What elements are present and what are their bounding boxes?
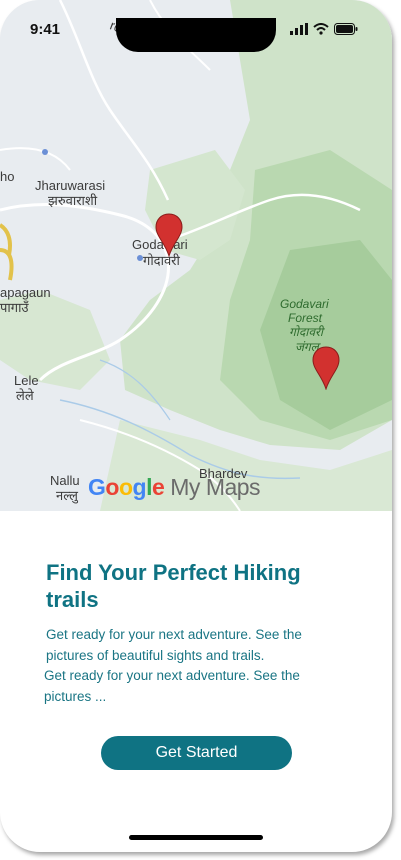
description-text: Get ready for your next adventure. See t…: [46, 627, 302, 663]
description-text: Get ready for your next adventure. See t…: [44, 668, 300, 704]
wifi-icon: [313, 23, 329, 35]
status-time: 9:41: [30, 21, 61, 38]
map-terrain: [0, 0, 392, 511]
page-title: Find Your Perfect Hiking trails: [46, 560, 301, 612]
map-label-godavari-forest-nepali: गोदावरी: [289, 325, 324, 339]
map-label-godavari-forest: Forest: [288, 311, 323, 325]
map-pin-icon[interactable]: [312, 346, 340, 390]
map-label-nallu: Nallu: [50, 473, 80, 488]
status-bar: 9:41: [0, 18, 392, 52]
camera-notch: [116, 18, 276, 52]
home-indicator[interactable]: [129, 835, 263, 840]
battery-icon: [334, 23, 358, 35]
phone-frame: ro ho Jharuwarasi झरुवाराशी Godawari गोद…: [0, 0, 392, 852]
map-label-godavari-forest: Godavari: [280, 297, 329, 311]
map-label-jharuwarasi-nepali: झरुवाराशी: [48, 193, 98, 208]
map-pin-icon[interactable]: [155, 213, 183, 257]
google-wordmark: Google: [88, 474, 165, 500]
map-label-apagaun: apagaun: [0, 285, 51, 300]
map-label-nallu-nepali: नल्लु: [56, 488, 78, 503]
cellular-signal-icon: [290, 23, 308, 35]
status-icons: [290, 23, 358, 35]
get-started-button[interactable]: Get Started: [101, 736, 292, 770]
map-label-lele-nepali: लेले: [16, 388, 34, 403]
map-label-jharuwarasi: Jharuwarasi: [35, 178, 106, 193]
map-label-partial: ho: [0, 169, 15, 184]
map-label-apagaun-nepali: पागाउँ: [0, 300, 29, 315]
my-maps-label: My Maps: [170, 474, 261, 500]
map-label-lele: Lele: [14, 373, 39, 388]
google-my-maps-logo: Google My Maps: [88, 474, 261, 501]
map-view[interactable]: ro ho Jharuwarasi झरुवाराशी Godawari गोद…: [0, 0, 392, 511]
